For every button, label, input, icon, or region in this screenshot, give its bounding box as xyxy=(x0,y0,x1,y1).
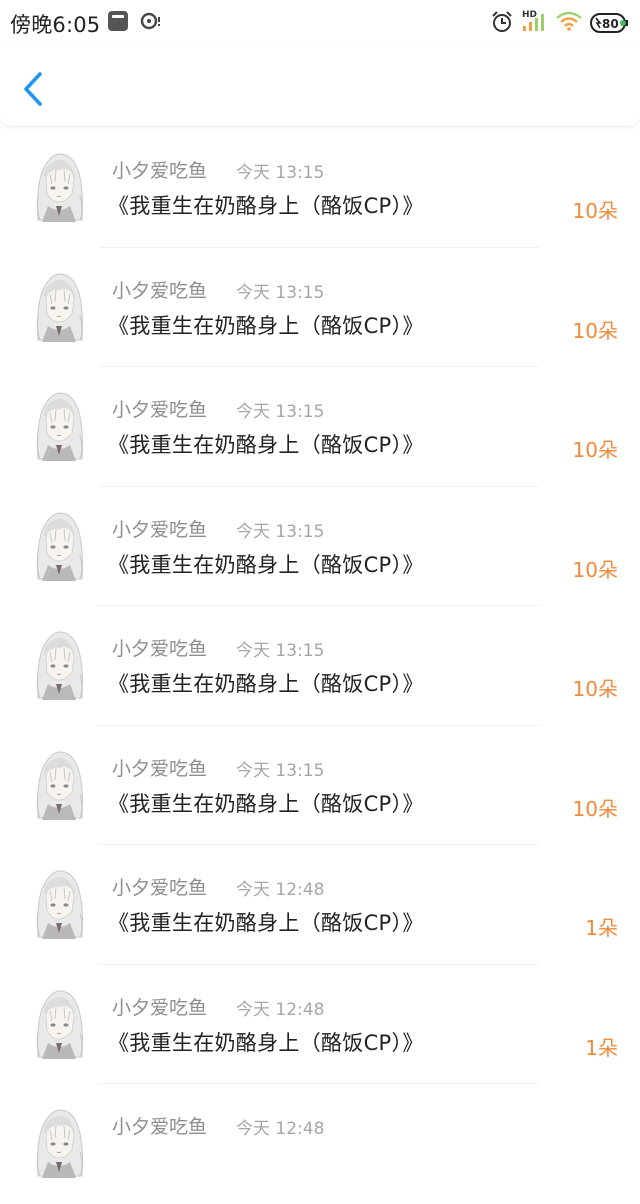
record-time: 今天 13:15 xyxy=(236,282,325,303)
user-name[interactable]: 小夕爱吃鱼 xyxy=(112,156,207,183)
book-title[interactable]: 《我重生在奶酪身上（酪饭CP）》 xyxy=(108,1027,424,1057)
avatar[interactable] xyxy=(30,269,88,342)
user-name[interactable]: 小夕爱吃鱼 xyxy=(112,993,207,1020)
book-title[interactable]: 《我重生在奶酪身上（酪饭CP）》 xyxy=(108,668,424,698)
gift-count: 10朵 xyxy=(572,677,618,701)
record-time: 今天 13:15 xyxy=(236,521,325,542)
avatar[interactable] xyxy=(30,150,88,222)
list-item[interactable]: 小夕爱吃鱼 今天 13:15 《我重生在奶酪身上（酪饭CP）》 10朵 xyxy=(0,726,640,845)
record-time: 今天 12:48 xyxy=(236,880,325,900)
book-title[interactable]: 《我重生在奶酪身上（酪饭CP）》 xyxy=(108,549,424,579)
wifi-icon xyxy=(556,11,582,35)
network-label: HD xyxy=(522,10,537,20)
avatar-illustration xyxy=(30,508,88,581)
avatar-illustration xyxy=(30,269,88,342)
back-button[interactable] xyxy=(18,70,52,110)
record-time: 今天 13:15 xyxy=(236,760,325,781)
user-name[interactable]: 小夕爱吃鱼 xyxy=(112,276,207,303)
battery-level: 80 xyxy=(602,17,619,31)
list-item[interactable]: 小夕爱吃鱼 今天 13:15 《我重生在奶酪身上（酪饭CP）》 10朵 xyxy=(0,128,640,248)
user-name[interactable]: 小夕爱吃鱼 xyxy=(112,1112,207,1139)
gift-count: 10朵 xyxy=(572,438,618,462)
book-title[interactable]: 《我重生在奶酪身上（酪饭CP）》 xyxy=(108,907,424,937)
record-time: 今天 12:48 xyxy=(236,1119,325,1139)
avatar-illustration xyxy=(30,1106,88,1178)
list-item[interactable]: 小夕爱吃鱼 今天 13:15 《我重生在奶酪身上（酪饭CP）》 10朵 xyxy=(0,248,640,367)
list-item[interactable]: 小夕爱吃鱼 今天 12:48 《我重生在奶酪身上（酪饭CP）》 1朵 xyxy=(0,845,640,965)
avatar-illustration xyxy=(30,150,88,222)
user-name[interactable]: 小夕爱吃鱼 xyxy=(112,515,207,542)
user-name[interactable]: 小夕爱吃鱼 xyxy=(112,754,207,781)
user-name[interactable]: 小夕爱吃鱼 xyxy=(112,395,207,422)
top-bar xyxy=(0,48,640,127)
list-item[interactable]: 小夕爱吃鱼 今天 13:15 《我重生在奶酪身上（酪饭CP）》 10朵 xyxy=(0,367,640,487)
avatar[interactable] xyxy=(30,628,88,700)
avatar[interactable] xyxy=(30,389,88,461)
gift-count: 10朵 xyxy=(572,318,618,343)
list-item[interactable]: 小夕爱吃鱼 今天 12:48 《我重生在奶酪身上（酪饭CP）》 1朵 xyxy=(0,965,640,1084)
gift-count: 10朵 xyxy=(572,557,618,582)
signal-icon: HD xyxy=(520,8,550,38)
record-time: 今天 13:15 xyxy=(236,641,325,661)
list-item[interactable]: 小夕爱吃鱼 今天 13:15 《我重生在奶酪身上（酪饭CP）》 10朵 xyxy=(0,487,640,606)
user-name[interactable]: 小夕爱吃鱼 xyxy=(112,873,207,900)
list-item[interactable]: 小夕爱吃鱼 今天 13:15 《我重生在奶酪身上（酪饭CP）》 10朵 xyxy=(0,606,640,726)
user-name[interactable]: 小夕爱吃鱼 xyxy=(112,634,207,661)
book-title[interactable]: 《我重生在奶酪身上（酪饭CP）》 xyxy=(108,788,424,818)
status-bar: 傍晚6:05 HD 80 xyxy=(0,0,640,48)
mi-icon xyxy=(108,11,128,31)
avatar[interactable] xyxy=(30,867,88,939)
book-title[interactable]: 《我重生在奶酪身上（酪饭CP）》 xyxy=(108,310,424,340)
record-time: 今天 13:15 xyxy=(236,402,325,422)
avatar[interactable] xyxy=(30,747,88,820)
avatar-illustration xyxy=(30,389,88,461)
gift-count: 1朵 xyxy=(585,1035,618,1060)
status-time: 傍晚6:05 xyxy=(10,13,101,37)
alarm-icon xyxy=(490,10,514,38)
avatar[interactable] xyxy=(30,508,88,581)
gift-record-list: 小夕爱吃鱼 今天 13:15 《我重生在奶酪身上（酪饭CP）》 10朵 小夕爱吃… xyxy=(0,128,640,1204)
avatar[interactable] xyxy=(30,986,88,1059)
sync-icon xyxy=(140,11,162,35)
record-time: 今天 13:15 xyxy=(236,163,325,183)
gift-count: 10朵 xyxy=(572,199,618,223)
list-item[interactable]: 小夕爱吃鱼 今天 12:48 xyxy=(0,1084,640,1204)
avatar-illustration xyxy=(30,986,88,1059)
avatar-illustration xyxy=(30,628,88,700)
gift-count: 1朵 xyxy=(585,916,618,940)
chevron-left-icon xyxy=(24,72,42,106)
avatar-illustration xyxy=(30,867,88,939)
gift-count: 10朵 xyxy=(572,796,618,821)
avatar[interactable] xyxy=(30,1106,88,1178)
battery-icon: 80 xyxy=(590,12,630,38)
book-title[interactable]: 《我重生在奶酪身上（酪饭CP）》 xyxy=(108,429,424,459)
record-time: 今天 12:48 xyxy=(236,999,325,1020)
avatar-illustration xyxy=(30,747,88,820)
book-title[interactable]: 《我重生在奶酪身上（酪饭CP）》 xyxy=(108,190,424,220)
